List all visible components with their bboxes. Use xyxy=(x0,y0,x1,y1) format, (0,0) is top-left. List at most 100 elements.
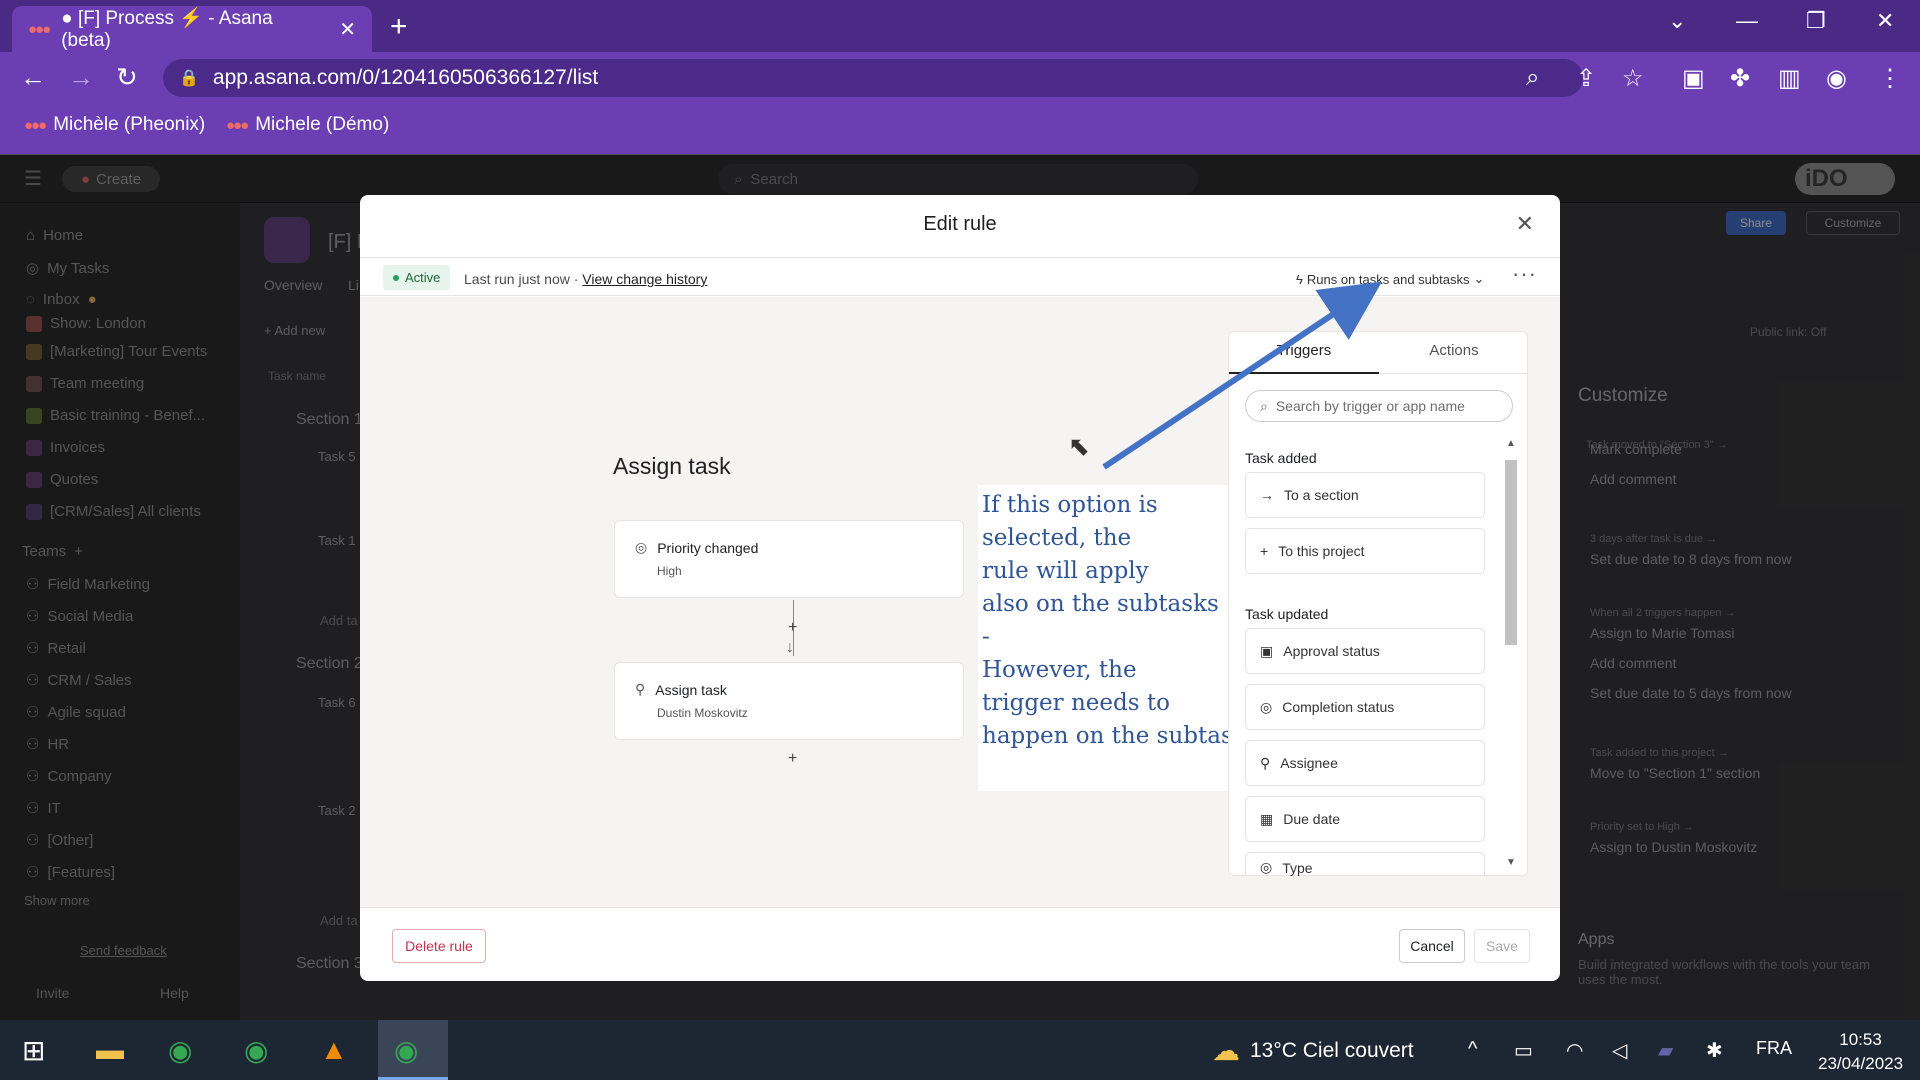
tab-close-icon[interactable]: ✕ xyxy=(339,17,356,42)
restore-icon[interactable]: ❐ xyxy=(1806,8,1826,34)
lightning-icon: ϟ xyxy=(1296,271,1303,287)
user-icon: ⚲ xyxy=(635,681,646,697)
annotation-line: happen on the subtask xyxy=(982,723,1247,749)
tab-title: ● [F] Process ⚡ - Asana (beta) xyxy=(61,8,273,51)
runs-on-dropdown[interactable]: ϟ Runs on tasks and subtasks ⌄ xyxy=(1296,271,1484,287)
annotation-line: trigger needs to xyxy=(982,690,1170,716)
rule-name[interactable]: Assign task xyxy=(613,453,731,480)
tab-triggers[interactable]: Triggers xyxy=(1229,342,1379,359)
chrome-icon[interactable]: ◉ xyxy=(244,1034,268,1067)
user-icon: ⚲ xyxy=(1260,754,1271,771)
back-icon[interactable]: ← xyxy=(20,62,46,93)
chevron-down-icon: ⌄ xyxy=(1473,271,1485,286)
action-card[interactable]: ⚲ Assign task Dustin Moskovitz xyxy=(614,662,964,740)
asana-logo-icon: ●●● xyxy=(226,116,249,134)
active-tab-indicator xyxy=(1229,372,1379,374)
annotation-line: If this option is xyxy=(982,492,1158,518)
chrome-icon[interactable]: ◉ xyxy=(168,1034,192,1067)
save-button[interactable]: Save xyxy=(1474,929,1530,963)
view-change-history-link[interactable]: View change history xyxy=(582,271,707,287)
scrollbar-thumb[interactable] xyxy=(1505,460,1517,645)
weather-widget[interactable]: ☁ 13°C Ciel couvert xyxy=(1212,1034,1414,1067)
teams-icon[interactable]: ▰ xyxy=(1658,1038,1673,1063)
browser-tab[interactable]: ●●● ● [F] Process ⚡ - Asana (beta) ✕ xyxy=(12,6,372,52)
arrow-right-icon: → xyxy=(1260,487,1274,503)
approval-icon: ▣ xyxy=(1260,642,1274,659)
plus-icon: + xyxy=(1260,543,1269,559)
volume-icon[interactable]: ◁ xyxy=(1612,1038,1627,1063)
puzzle-icon[interactable]: ✤ xyxy=(1730,64,1750,93)
lock-icon: 🔒 xyxy=(179,70,199,87)
trigger-to-this-project[interactable]: + To this project xyxy=(1245,528,1485,574)
action-value: Dustin Moskovitz xyxy=(657,706,748,720)
add-step-plus-icon[interactable]: + xyxy=(788,619,797,637)
sidepanel-icon[interactable]: ▥ xyxy=(1778,64,1801,93)
file-explorer-icon[interactable]: ▬ xyxy=(96,1034,124,1066)
tab-actions[interactable]: Actions xyxy=(1379,342,1529,359)
arrow-down-icon: ↓ xyxy=(786,639,794,656)
url-text: app.asana.com/0/1204160506366127/list xyxy=(212,66,599,89)
annotation-note: If this option is selected, the rule wil… xyxy=(978,485,1247,791)
trigger-approval-status[interactable]: ▣ Approval status xyxy=(1245,628,1485,674)
scroll-up-icon[interactable]: ▲ xyxy=(1506,438,1516,449)
asana-logo-icon: ●●● xyxy=(28,20,51,38)
check-circle-icon: ◎ xyxy=(1260,698,1273,715)
battery-icon[interactable]: ▭ xyxy=(1514,1038,1533,1063)
annotation-line: also on the subtasks xyxy=(982,591,1219,617)
minimize-icon[interactable]: — xyxy=(1736,8,1758,34)
picker-tabs: Triggers Actions xyxy=(1229,332,1527,374)
extension-icon[interactable]: ▣ xyxy=(1682,64,1705,93)
new-tab-icon[interactable]: + xyxy=(390,10,408,44)
chrome-active-icon[interactable]: ◉ xyxy=(378,1020,448,1080)
forward-icon[interactable]: → xyxy=(68,62,94,93)
annotation-line: - xyxy=(982,624,990,650)
group-task-added: Task added xyxy=(1245,450,1317,466)
cloud-sun-icon: ☁ xyxy=(1212,1035,1240,1066)
annotation-line: However, the xyxy=(982,657,1137,683)
more-options-icon[interactable]: ··· xyxy=(1512,261,1537,287)
trigger-type[interactable]: ◎ Type xyxy=(1245,852,1485,876)
tab-search-icon[interactable]: ⌄ xyxy=(1668,8,1686,34)
trigger-picker-panel: Triggers Actions ⌕ Search by trigger or … xyxy=(1228,331,1528,876)
trigger-value: High xyxy=(657,564,682,578)
language-indicator[interactable]: FRA xyxy=(1756,1038,1792,1059)
bookmark-pheonix[interactable]: ●●● Michèle (Pheonix) xyxy=(24,114,205,136)
trigger-assignee[interactable]: ⚲ Assignee xyxy=(1245,740,1485,786)
vlc-icon[interactable]: ▲ xyxy=(320,1034,348,1066)
wifi-icon[interactable]: ◠ xyxy=(1566,1038,1583,1063)
bookmark-star-icon[interactable]: ☆ xyxy=(1622,64,1644,93)
bookmark-demo[interactable]: ●●● Michele (Démo) xyxy=(226,114,389,136)
trigger-to-a-section[interactable]: → To a section xyxy=(1245,472,1485,518)
cancel-button[interactable]: Cancel xyxy=(1399,929,1465,963)
status-dot-icon xyxy=(393,274,399,281)
type-icon: ◎ xyxy=(1260,859,1273,875)
trigger-due-date[interactable]: ▦ Due date xyxy=(1245,796,1485,842)
profile-avatar-icon[interactable]: ◉ xyxy=(1826,64,1847,93)
chevron-up-icon[interactable]: ^ xyxy=(1468,1038,1477,1061)
url-bar[interactable]: 🔒 app.asana.com/0/1204160506366127/list xyxy=(163,59,1583,97)
app-tray-icon[interactable]: ✱ xyxy=(1706,1038,1723,1063)
reload-icon[interactable]: ↻ xyxy=(116,62,138,93)
trigger-card[interactable]: ◎ Priority changed High xyxy=(614,520,964,598)
scroll-down-icon[interactable]: ▼ xyxy=(1506,857,1516,868)
asana-logo-icon: ●●● xyxy=(24,116,47,134)
share-icon[interactable]: ⇪ xyxy=(1576,64,1596,93)
calendar-icon: ▦ xyxy=(1260,810,1274,827)
search-icon: ⌕ xyxy=(1260,397,1268,414)
browser-menu-icon[interactable]: ⋮ xyxy=(1878,64,1902,93)
last-run-text: Last run just now · View change history xyxy=(464,271,708,287)
clock-date: 23/04/2023 xyxy=(1818,1054,1904,1073)
window-close-icon[interactable]: ✕ xyxy=(1876,8,1894,34)
windows-start-icon[interactable]: ⊞ xyxy=(22,1034,45,1067)
trigger-search-input[interactable]: ⌕ Search by trigger or app name xyxy=(1245,390,1513,422)
zoom-icon[interactable]: ⌕ xyxy=(1526,64,1539,92)
mouse-cursor-icon: ⬉ xyxy=(1068,431,1090,461)
delete-rule-button[interactable]: Delete rule xyxy=(392,929,486,963)
check-circle-icon: ◎ xyxy=(635,539,648,555)
trigger-completion-status[interactable]: ◎ Completion status xyxy=(1245,684,1485,730)
divider xyxy=(360,907,1560,908)
windows-taskbar: ⊞ ▬ ◉ ◉ ▲ ◉ ☁ 13°C Ciel couvert ^ ▭ ◠ ◁ … xyxy=(0,1020,1920,1080)
add-action-plus-icon[interactable]: + xyxy=(788,750,797,768)
clock[interactable]: 10:53 23/04/2023 xyxy=(1818,1028,1903,1076)
close-icon[interactable]: ✕ xyxy=(1516,211,1534,237)
